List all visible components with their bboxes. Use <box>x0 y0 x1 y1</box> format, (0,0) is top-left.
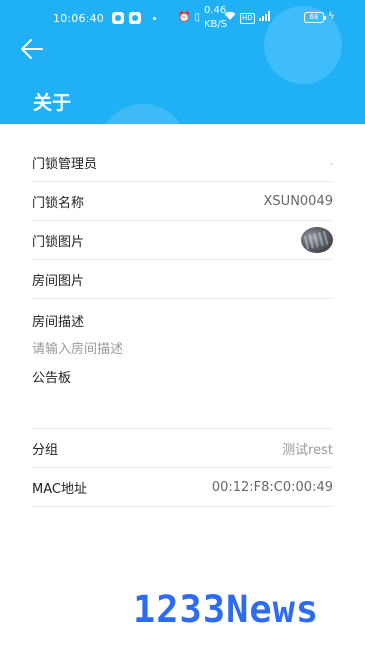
row-label: 门锁图片 <box>32 234 85 250</box>
room-description-input[interactable] <box>32 342 333 357</box>
row-group[interactable]: 分组 测试rest <box>32 429 333 468</box>
row-room-image[interactable]: 房间图片 <box>32 260 333 299</box>
signal-icon <box>258 10 273 26</box>
decorative-bubble <box>98 104 188 124</box>
row-label: 房间描述 <box>32 315 85 330</box>
row-mac-address: MAC地址 00:12:F8:C0:00:49 <box>32 468 333 507</box>
row-value: 测试rest <box>282 442 333 458</box>
row-label: 门锁管理员 <box>32 156 98 172</box>
page-title: 关于 <box>33 92 72 114</box>
back-arrow-icon <box>21 39 43 59</box>
more-notifications-icon <box>153 17 156 20</box>
row-lock-image[interactable]: 门锁图片 <box>32 221 333 260</box>
row-label: 门锁名称 <box>32 195 85 211</box>
row-bulletin-board[interactable]: 公告板 <box>32 363 333 429</box>
back-button[interactable] <box>18 36 46 62</box>
row-value: XSUN0049 <box>263 193 333 209</box>
row-label: MAC地址 <box>32 481 87 497</box>
header-bar: 10:06:40 ⏰ ▯ 0.46 KB/S HD 68 ϟ 关于 <box>0 0 365 124</box>
settings-list: 门锁管理员 . 门锁名称 XSUN0049 门锁图片 房间图片 房间描述 公告板… <box>32 143 333 507</box>
status-bar: 10:06:40 ⏰ ▯ 0.46 KB/S HD 68 ϟ <box>0 0 365 36</box>
row-lock-name[interactable]: 门锁名称 XSUN0049 <box>32 182 333 221</box>
battery-icon: 68 <box>304 12 326 23</box>
network-speed: 0.46 KB/S <box>203 5 228 30</box>
row-label: 公告板 <box>32 371 72 386</box>
lock-image-thumbnail[interactable] <box>301 227 333 253</box>
row-value: 00:12:F8:C0:00:49 <box>211 479 333 495</box>
system-icons: ⏰ ▯ 0.46 KB/S HD <box>178 5 273 30</box>
notification-icon <box>112 12 124 24</box>
alarm-icon: ⏰ <box>178 12 191 23</box>
notification-icon <box>129 12 141 24</box>
hd-icon: HD <box>239 12 255 24</box>
row-value: . <box>329 156 333 168</box>
watermark-logo: 1233News <box>133 588 320 631</box>
row-room-description: 房间描述 <box>32 299 333 363</box>
row-lock-admin[interactable]: 门锁管理员 . <box>32 143 333 182</box>
row-label: 分组 <box>32 442 59 458</box>
row-label: 房间图片 <box>32 273 85 289</box>
charging-icon: ϟ <box>328 11 335 22</box>
vibrate-icon: ▯ <box>194 12 200 23</box>
wifi-icon <box>224 11 236 26</box>
status-time: 10:06:40 <box>53 12 105 25</box>
